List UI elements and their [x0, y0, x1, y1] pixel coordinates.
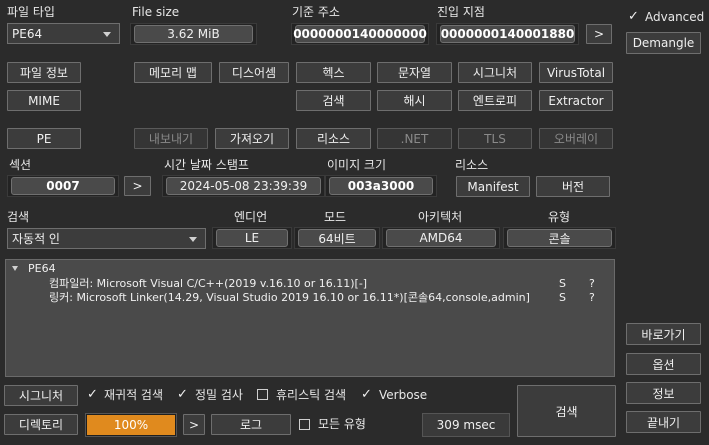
search-button[interactable]: 검색 — [296, 90, 371, 111]
entry-point-field: 0000000140001880 — [436, 23, 579, 45]
timestamp-label: 시간 날짜 스탬프 — [164, 158, 249, 172]
log-button[interactable]: 로그 — [211, 414, 291, 435]
image-size-label: 이미지 크기 — [327, 158, 387, 172]
arch-value: AMD64 — [386, 229, 496, 247]
file-info-button[interactable]: 파일 정보 — [7, 62, 81, 83]
scan-mode-select[interactable]: 자동적 인 — [7, 228, 206, 249]
results-tree[interactable]: PE64 컴파일러: Microsoft Visual C/C++(2019 v… — [5, 259, 615, 377]
resources-button[interactable]: 리소스 — [296, 128, 371, 149]
entropy-button[interactable]: 엔트로피 — [458, 90, 532, 111]
net-button[interactable]: .NET — [377, 128, 452, 149]
scan-button[interactable]: 검색 — [517, 385, 616, 437]
compiler-s-flag: S — [559, 277, 566, 290]
heuristic-label: 휴리스틱 검색 — [276, 388, 347, 402]
import-button[interactable]: 가져오기 — [215, 128, 289, 149]
timestamp-field: 2024-05-08 23:39:39 — [162, 175, 325, 197]
verbose-label: Verbose — [379, 388, 428, 402]
recursive-checkbox[interactable]: ✓ — [87, 388, 98, 401]
endian-value: LE — [216, 229, 288, 247]
base-address-field: 0000000140000000 — [291, 23, 429, 45]
advanced-checkbox[interactable]: ✓ — [628, 10, 639, 23]
sections-value: 0007 — [11, 177, 115, 195]
all-types-label: 모든 유형 — [318, 417, 366, 431]
chevron-down-icon — [189, 237, 197, 242]
base-address-label: 기준 주소 — [292, 5, 340, 19]
linker-q-flag: ? — [589, 291, 595, 304]
heuristic-checkbox[interactable] — [257, 389, 268, 400]
overlay-button[interactable]: 오버레이 — [539, 128, 613, 149]
verbose-checkbox[interactable]: ✓ — [361, 388, 372, 401]
exit-button[interactable]: 끝내기 — [626, 411, 701, 433]
version-button[interactable]: 버전 — [536, 176, 610, 197]
tree-root[interactable]: PE64 — [28, 262, 56, 275]
arch-label: 아키텍처 — [418, 210, 463, 224]
export-button[interactable]: 내보내기 — [134, 128, 208, 149]
signatures-bottom-button[interactable]: 시그니처 — [4, 385, 78, 406]
entry-point-nav-button[interactable]: > — [586, 24, 612, 44]
options-button[interactable]: 옵션 — [626, 353, 701, 375]
expand-icon[interactable] — [12, 266, 18, 271]
type-label: 유형 — [548, 210, 571, 224]
chevron-down-icon — [103, 32, 111, 37]
entry-point-label: 진입 지점 — [437, 5, 485, 19]
file-size-value: 3.62 MiB — [134, 25, 253, 43]
deep-scan-label: 정밀 검사 — [195, 388, 243, 402]
file-size-field: 3.62 MiB — [130, 23, 257, 45]
entry-point-value: 0000000140001880 — [440, 25, 575, 43]
extractor-button[interactable]: Extractor — [539, 90, 613, 111]
mime-button[interactable]: MIME — [7, 90, 81, 111]
memory-map-button[interactable]: 메모리 맵 — [134, 62, 212, 83]
type-value: 콘솔 — [507, 229, 612, 247]
about-button[interactable]: 정보 — [626, 382, 701, 404]
tls-button[interactable]: TLS — [458, 128, 532, 149]
scan-mode-value: 자동적 인 — [12, 232, 60, 246]
recursive-label: 재귀적 검색 — [104, 388, 164, 402]
sections-label: 섹션 — [9, 158, 32, 172]
resources-label: 리소스 — [455, 158, 489, 172]
endian-field: LE — [212, 227, 292, 249]
manifest-button[interactable]: Manifest — [456, 176, 530, 197]
signatures-button[interactable]: 시그니처 — [458, 62, 532, 83]
base-address-value: 0000000140000000 — [293, 25, 427, 43]
next-button[interactable]: > — [183, 414, 205, 435]
sections-nav-button[interactable]: > — [124, 176, 151, 196]
progress-label: 100% — [113, 418, 149, 432]
demangle-button[interactable]: Demangle — [626, 32, 701, 54]
sections-field: 0007 — [7, 175, 119, 197]
mode-value: 64비트 — [298, 229, 376, 247]
image-size-field: 003a3000 — [325, 175, 437, 197]
scan-label: 검색 — [7, 210, 30, 224]
pe-button[interactable]: PE — [7, 128, 81, 149]
progress-bar: 100% — [85, 413, 177, 437]
file-type-value: PE64 — [12, 26, 43, 41]
all-types-checkbox[interactable] — [299, 419, 310, 430]
advanced-label: Advanced — [645, 10, 705, 24]
endian-label: 엔디언 — [234, 210, 268, 224]
elapsed-time: 309 msec — [422, 413, 510, 437]
file-type-label: 파일 타입 — [7, 5, 55, 19]
mode-field: 64비트 — [294, 227, 380, 249]
tree-entry-linker[interactable]: 링커: Microsoft Linker(14.29, Visual Studi… — [49, 291, 530, 304]
compiler-q-flag: ? — [589, 277, 595, 290]
image-size-value: 003a3000 — [329, 177, 433, 195]
directory-button[interactable]: 디렉토리 — [4, 414, 78, 435]
virustotal-button[interactable]: VirusTotal — [539, 62, 613, 83]
linker-s-flag: S — [559, 291, 566, 304]
disasm-button[interactable]: 디스어셈 — [219, 62, 289, 83]
arch-field: AMD64 — [382, 227, 500, 249]
hex-button[interactable]: 헥스 — [296, 62, 371, 83]
timestamp-value: 2024-05-08 23:39:39 — [166, 177, 321, 195]
file-size-label: File size — [132, 5, 180, 19]
hash-button[interactable]: 해시 — [377, 90, 452, 111]
tree-entry-compiler[interactable]: 컴파일러: Microsoft Visual C/C++(2019 v.16.1… — [49, 277, 367, 290]
type-field: 콘솔 — [503, 227, 616, 249]
shortcuts-button[interactable]: 바로가기 — [626, 323, 701, 345]
file-type-select[interactable]: PE64 — [7, 23, 120, 44]
deep-scan-checkbox[interactable]: ✓ — [177, 388, 188, 401]
strings-button[interactable]: 문자열 — [377, 62, 452, 83]
mode-label: 모드 — [324, 210, 347, 224]
